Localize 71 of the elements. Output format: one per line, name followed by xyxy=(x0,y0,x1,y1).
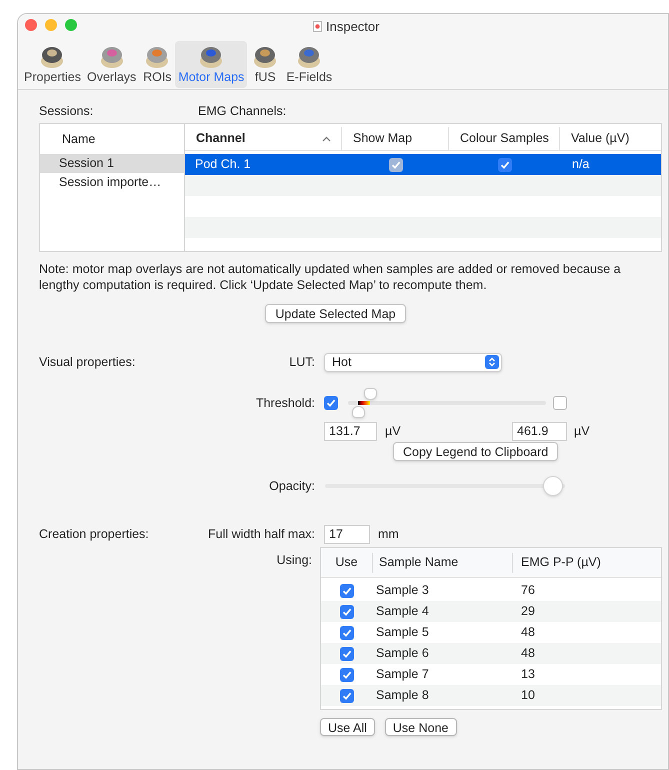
column-header[interactable]: EMG P-P (µV) xyxy=(521,553,601,572)
visual-properties-label: Visual properties: xyxy=(39,354,136,371)
column-header[interactable]: Channel xyxy=(196,129,246,148)
column-header[interactable]: Colour Samples xyxy=(460,129,549,148)
opacity-label: Opacity: xyxy=(268,478,315,495)
threshold-label: Threshold: xyxy=(254,394,315,412)
use-checkbox[interactable] xyxy=(340,668,354,682)
table-cell-text: n/a xyxy=(571,156,590,174)
inspector-tab[interactable]: fUS xyxy=(247,41,284,88)
inspector-tab[interactable]: Overlays xyxy=(84,41,140,88)
column-header[interactable]: Use xyxy=(335,553,358,572)
low-threshold-handle[interactable] xyxy=(352,406,365,418)
close-button[interactable] xyxy=(25,19,37,31)
table-cell-text: 76 xyxy=(520,582,535,600)
table-cell-text: Sample 7 xyxy=(375,666,430,684)
note-text: Note: motor map overlays are not automatically updated when samples are added or removed because a lengthy computation is required. Click ‘Update Selected Map’ to recompute them. xyxy=(39,261,622,293)
use-checkbox[interactable] xyxy=(340,626,354,640)
use-button[interactable]: Use None xyxy=(384,718,456,736)
channel-row[interactable]: Pod Ch. 1 n/a xyxy=(185,154,661,175)
column-header[interactable]: Show Map xyxy=(353,129,412,148)
high-value-field[interactable]: 461.9 xyxy=(512,422,567,440)
use-checkbox[interactable] xyxy=(340,646,354,660)
copy-legend-button[interactable]: Copy Legend to Clipboard xyxy=(393,442,558,461)
threshold-high-checkbox[interactable] xyxy=(553,396,567,410)
use-button[interactable]: Use All xyxy=(320,718,375,736)
use-checkbox[interactable] xyxy=(340,604,354,618)
column-header: Name xyxy=(61,130,96,148)
session-item[interactable]: Session 1 xyxy=(40,154,184,173)
table-cell-text: Sample 4 xyxy=(375,603,430,620)
high-threshold-handle[interactable] xyxy=(364,388,377,400)
table-cell-text: Sample 8 xyxy=(375,687,430,704)
table-cell-text: Sample 5 xyxy=(375,624,430,642)
inspector-tab[interactable]: ROIs xyxy=(139,41,176,88)
table-cell-text: 48 xyxy=(520,624,535,642)
sort-ascending-icon xyxy=(322,136,331,142)
session-item[interactable]: Session importe… xyxy=(40,173,184,192)
table-cell-text: 13 xyxy=(520,666,535,684)
inspector-tab[interactable]: Properties xyxy=(21,41,84,88)
use-checkbox[interactable] xyxy=(340,688,354,702)
threshold-low-checkbox[interactable] xyxy=(324,396,338,410)
stepper-icon xyxy=(485,355,499,369)
unit-label: µV xyxy=(574,422,590,440)
table-cell-text: Pod Ch. 1 xyxy=(194,156,252,174)
unit-label: µV xyxy=(385,422,402,440)
table-cell-text: Sample 3 xyxy=(375,582,430,600)
using-label: Using: xyxy=(276,552,312,569)
unit-label: mm xyxy=(378,526,399,543)
table-cell-text: 29 xyxy=(520,603,535,620)
window-title: Inspector xyxy=(326,18,380,36)
opacity-slider-thumb[interactable] xyxy=(543,476,563,496)
creation-properties-label: Creation properties: xyxy=(39,526,150,543)
sessions-label: Sessions: xyxy=(39,103,94,120)
table-cell-text: 48 xyxy=(520,645,535,662)
inspector-tab[interactable]: E-Fields xyxy=(283,41,336,88)
table-cell-text: Sample 6 xyxy=(375,645,430,662)
column-header[interactable]: Value (µV) xyxy=(571,129,630,148)
fwhm-field[interactable]: 17 xyxy=(324,524,370,544)
document-icon xyxy=(313,21,322,32)
colour-samples-checkbox[interactable] xyxy=(498,158,512,172)
low-value-field[interactable]: 131.7 xyxy=(324,422,377,440)
fwhm-label: Full width half max: xyxy=(207,526,315,543)
inspector-tab[interactable]: Motor Maps xyxy=(175,41,248,88)
update-map-button[interactable]: Update Selected Map xyxy=(265,304,406,323)
table-cell-text: 10 xyxy=(520,687,535,704)
zoom-button[interactable] xyxy=(65,19,77,31)
use-checkbox[interactable] xyxy=(340,584,354,598)
emg-channels-label: EMG Channels: xyxy=(198,103,286,120)
column-header[interactable]: Sample Name xyxy=(379,553,458,572)
threshold-color-bar xyxy=(358,401,370,405)
lut-label: LUT: xyxy=(288,354,315,371)
lut-dropdown[interactable]: Hot xyxy=(324,352,502,372)
